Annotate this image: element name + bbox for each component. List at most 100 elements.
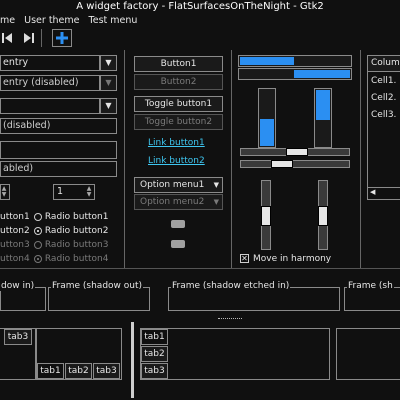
button1[interactable]: Button1 <box>134 56 223 72</box>
image-button-icon[interactable] <box>171 240 185 248</box>
notebook-tab[interactable]: tab3 <box>141 363 168 379</box>
spin-button[interactable]: 1 ▲ ▼ <box>53 184 95 200</box>
paned-handle[interactable] <box>218 318 242 320</box>
notebook-tab-active[interactable]: tab1 <box>141 329 168 345</box>
chevron-down-icon: ▼ <box>213 198 219 206</box>
radio-label: utton1 <box>0 212 30 222</box>
radio-label: Radio button1 <box>44 212 109 222</box>
spin-arrows-icon[interactable]: ▲ ▼ <box>85 186 93 198</box>
combo-box-disabled: (disabled) <box>0 118 117 134</box>
radio-indicator <box>34 254 42 263</box>
separator <box>0 268 400 269</box>
menu-item-test-menu[interactable]: Test menu <box>89 15 138 26</box>
move-in-harmony-check[interactable]: ✕ Move in harmony <box>240 253 360 265</box>
vertical-scale-2[interactable] <box>318 180 328 250</box>
scroll-left-icon[interactable]: ◀ <box>370 188 375 197</box>
option-menu1[interactable]: Option menu1 ▼ <box>134 177 223 193</box>
skip-forward-icon[interactable] <box>22 32 36 44</box>
radio-label: utton3 <box>0 240 30 250</box>
separator <box>360 50 361 268</box>
radio-indicator <box>34 212 42 221</box>
menubar: me User theme Test menu <box>0 14 400 28</box>
radio-button-2[interactable]: Radio button2 <box>34 224 108 238</box>
add-icon <box>56 32 68 44</box>
tree-cell[interactable]: Cell3. <box>371 110 396 120</box>
text-entry-disabled: abled) <box>0 161 117 177</box>
separator <box>124 50 125 268</box>
image-button-icon[interactable] <box>171 220 185 228</box>
radio-group: utton1 utton2 utton3 utton4 Radio button… <box>0 210 120 266</box>
toolbar-separator <box>41 29 42 47</box>
scale-slider[interactable] <box>286 148 308 156</box>
tree-cell[interactable]: Cell2. <box>371 93 396 103</box>
move-in-harmony-label: Move in harmony <box>253 254 332 264</box>
frame-label: Frame (sh <box>347 281 394 291</box>
notebook-3 <box>140 328 330 380</box>
vertical-progress-1 <box>258 88 276 148</box>
menu-item-user-theme[interactable]: User theme <box>24 15 79 26</box>
progress-fill <box>260 119 274 146</box>
option-menu-label: Option menu2 <box>140 197 205 207</box>
text-entry[interactable] <box>0 141 117 159</box>
vertical-scale-1[interactable] <box>261 180 271 250</box>
radio-indicator <box>34 226 42 235</box>
link-button1[interactable]: Link button1 <box>148 138 205 148</box>
toggle-button1[interactable]: Toggle button1 <box>134 96 223 112</box>
toggle-button2-disabled: Toggle button2 <box>134 114 223 130</box>
combo-entry-disabled: entry (disabled) <box>0 75 100 91</box>
button2-disabled: Button2 <box>134 74 223 90</box>
notebook-4 <box>336 328 400 380</box>
combo-box-arrow[interactable]: ▼ <box>100 98 117 114</box>
tree-view[interactable]: Column Cell1. Cell2. Cell3. ◀ <box>367 55 400 200</box>
frame-label: dow in) <box>0 281 36 291</box>
notebook-tab[interactable]: tab3 <box>93 363 120 379</box>
notebook-tab[interactable]: tab2 <box>65 363 92 379</box>
radio-label: Radio button3 <box>44 240 109 250</box>
spin-button-partial[interactable]: ▲ ▼ <box>0 184 10 200</box>
separator <box>231 50 232 268</box>
scale-slider[interactable] <box>271 160 293 168</box>
add-button[interactable] <box>52 29 72 47</box>
vertical-progress-2 <box>314 88 332 148</box>
progress-fill <box>316 90 330 120</box>
horizontal-scrollbar[interactable]: ◀ <box>368 187 400 197</box>
skip-back-icon[interactable] <box>0 32 14 44</box>
option-menu-label: Option menu1 <box>140 180 205 190</box>
radio-button-3: Radio button3 <box>34 238 108 252</box>
spin-value: 1 <box>57 186 64 197</box>
tree-cell[interactable]: Cell1. <box>371 76 396 86</box>
radio-button-4: Radio button4 <box>34 252 108 266</box>
combo-arrow-disabled: ▼ <box>100 75 117 91</box>
radio-label: utton4 <box>0 254 30 264</box>
tree-column-header[interactable]: Column <box>368 56 400 72</box>
radio-button-1[interactable]: Radio button1 <box>34 210 108 224</box>
radio-label: Radio button4 <box>44 254 109 264</box>
horizontal-scale-2[interactable] <box>240 160 350 168</box>
frame-label: Frame (shadow out) <box>51 281 144 291</box>
window-title: A widget factory - FlatSurfacesOnTheNigh… <box>76 1 324 12</box>
combo-box-empty[interactable] <box>0 98 100 114</box>
radio-label: utton2 <box>0 226 30 236</box>
radio-indicator <box>34 240 42 249</box>
notebook-tab[interactable]: tab2 <box>141 346 168 362</box>
notebook-tab[interactable]: tab3 <box>4 329 32 345</box>
scale-slider[interactable] <box>261 206 271 226</box>
scale-slider[interactable] <box>318 206 328 226</box>
toolbar <box>0 29 80 47</box>
horizontal-scale-1[interactable] <box>240 148 350 156</box>
checkbox-checked-icon: ✕ <box>240 254 249 263</box>
progress-fill <box>240 57 294 65</box>
menu-item-partial[interactable]: me <box>0 15 15 26</box>
progress-fill <box>294 70 350 78</box>
combo-entry[interactable]: entry <box>0 55 100 71</box>
frame-label: Frame (shadow etched in) <box>171 281 291 291</box>
combo-arrow[interactable]: ▼ <box>100 55 117 71</box>
radio-label: Radio button2 <box>44 226 109 236</box>
notebook-tab-active[interactable]: tab1 <box>37 363 64 379</box>
progress-bar-1 <box>238 55 352 67</box>
chevron-down-icon: ▼ <box>213 181 219 189</box>
separator <box>131 322 134 398</box>
link-button2[interactable]: Link button2 <box>148 156 205 166</box>
progress-bar-2 <box>238 68 352 80</box>
spin-arrows-icon[interactable]: ▲ ▼ <box>0 186 8 198</box>
